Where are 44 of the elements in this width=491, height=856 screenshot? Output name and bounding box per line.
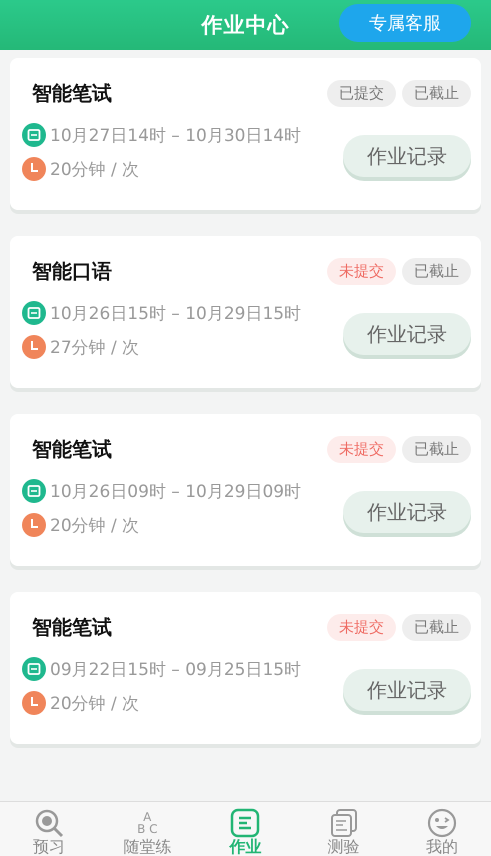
deadline-badge: 已截止 [402,80,471,107]
record-button[interactable]: 作业记录 [343,135,471,177]
time-range: 10月27日14时 – 10月30日14时 [50,124,302,146]
tab-item[interactable]: 预习 [4,808,94,856]
assignment-title: 智能笔试 [32,436,112,463]
calendar-icon [22,123,46,147]
submit-status-badge: 未提交 [327,436,396,463]
assignment-title: 智能笔试 [32,614,112,641]
clock-icon [22,513,46,537]
duration-text: 27分钟 / 次 [50,336,140,358]
duration-text: 20分钟 / 次 [50,158,140,180]
duration-text: 20分钟 / 次 [50,692,140,714]
time-range: 09月22日15时 – 09月25日15时 [50,658,302,680]
time-range: 10月26日15时 – 10月29日15时 [50,302,302,324]
tab-item[interactable]: A B C 随堂练 [102,808,192,856]
submit-status-badge: 已提交 [327,80,396,107]
search-icon [34,808,64,838]
clock-icon [22,335,46,359]
record-button[interactable]: 作业记录 [343,669,471,711]
calendar-icon [22,479,46,503]
record-button[interactable]: 作业记录 [343,491,471,533]
deadline-badge: 已截止 [402,614,471,641]
time-range: 10月26日09时 – 10月29日09时 [50,480,302,502]
letters-icon: A B C [137,808,158,838]
calendar-icon [22,657,46,681]
list-icon [230,808,260,838]
tab-item[interactable]: 作业 [200,808,290,856]
papers-icon [328,808,359,838]
assignment-title: 智能口语 [32,258,112,285]
tab-item[interactable]: 我的 [396,808,487,856]
service-button[interactable]: 专属客服 [339,4,471,42]
submit-status-badge: 未提交 [327,258,396,285]
record-button[interactable]: 作业记录 [343,313,471,355]
assignment-title: 智能笔试 [32,80,112,107]
deadline-badge: 已截止 [402,436,471,463]
duration-text: 20分钟 / 次 [50,514,140,536]
calendar-icon [22,301,46,325]
tab-item[interactable]: 测验 [298,808,389,856]
deadline-badge: 已截止 [402,258,471,285]
submit-status-badge: 未提交 [327,614,396,641]
winking-face-icon [426,808,457,838]
clock-icon [22,157,46,181]
page-title: 作业中心 [202,12,290,39]
clock-icon [22,691,46,715]
